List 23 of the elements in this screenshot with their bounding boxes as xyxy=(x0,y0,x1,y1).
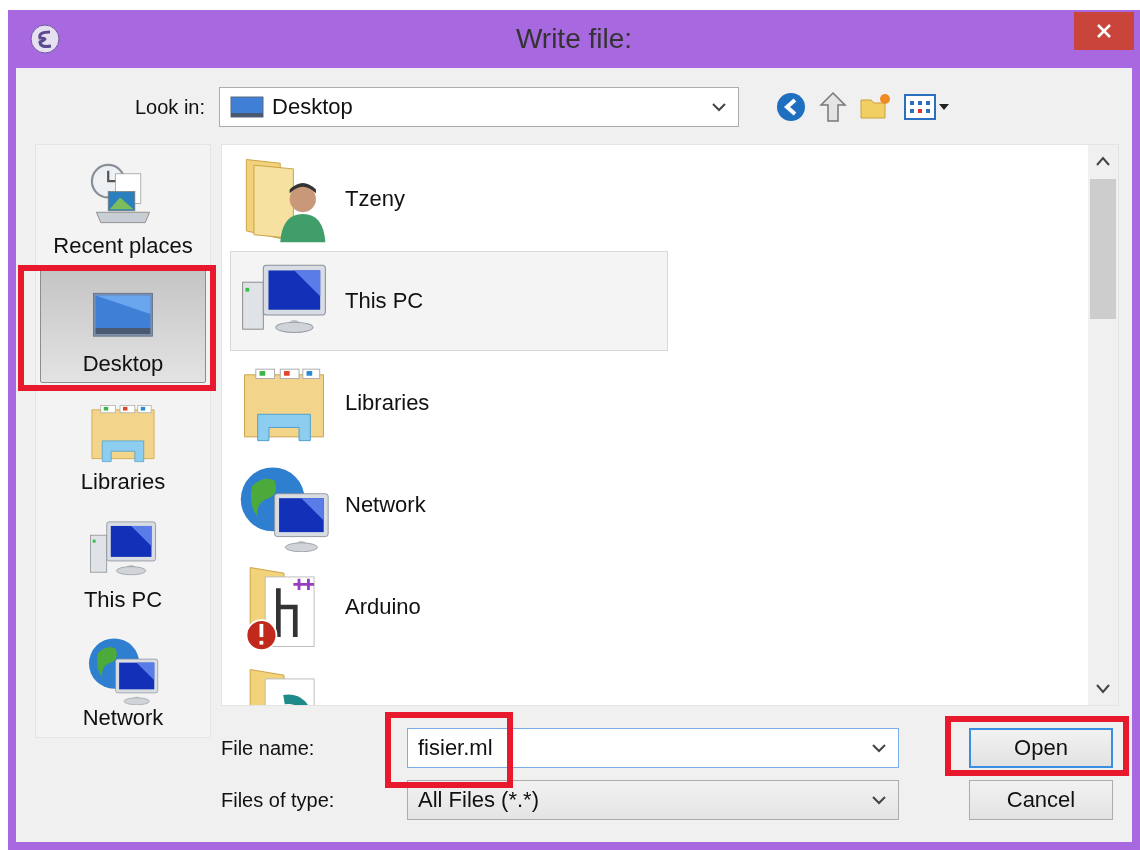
file-name-label: Tzeny xyxy=(345,186,405,212)
file-type-label: Files of type: xyxy=(221,788,336,812)
file-item[interactable]: Tzeny xyxy=(230,149,668,249)
file-item[interactable]: Network xyxy=(230,455,668,555)
place-item[interactable]: Recent places xyxy=(40,149,206,265)
file-name-label: Network xyxy=(345,492,426,518)
file-item[interactable]: This PC xyxy=(230,251,668,351)
look-in-label: Look in: xyxy=(135,95,206,119)
dialog-button[interactable]: Open xyxy=(969,728,1113,768)
window-title: Write file: xyxy=(515,23,633,55)
file-name-label: Arduino xyxy=(345,594,421,620)
place-item[interactable]: This PC xyxy=(40,503,206,619)
look-in-dropdown[interactable]: Desktop xyxy=(219,87,740,127)
place-item[interactable]: Network xyxy=(40,621,206,737)
place-item[interactable]: Libraries xyxy=(40,385,206,501)
file-item[interactable]: Libraries xyxy=(230,353,668,453)
file-name-label: This PC xyxy=(345,288,424,314)
file-type-dropdown[interactable]: All Files (*.*) xyxy=(407,780,899,820)
dialog-button[interactable]: Cancel xyxy=(969,780,1113,820)
file-name-field[interactable]: fisier.ml xyxy=(407,728,899,768)
file-item[interactable]: Arduino xyxy=(230,557,668,657)
file-name-label: File name: xyxy=(221,736,316,760)
file-name-label: Libraries xyxy=(345,390,430,416)
